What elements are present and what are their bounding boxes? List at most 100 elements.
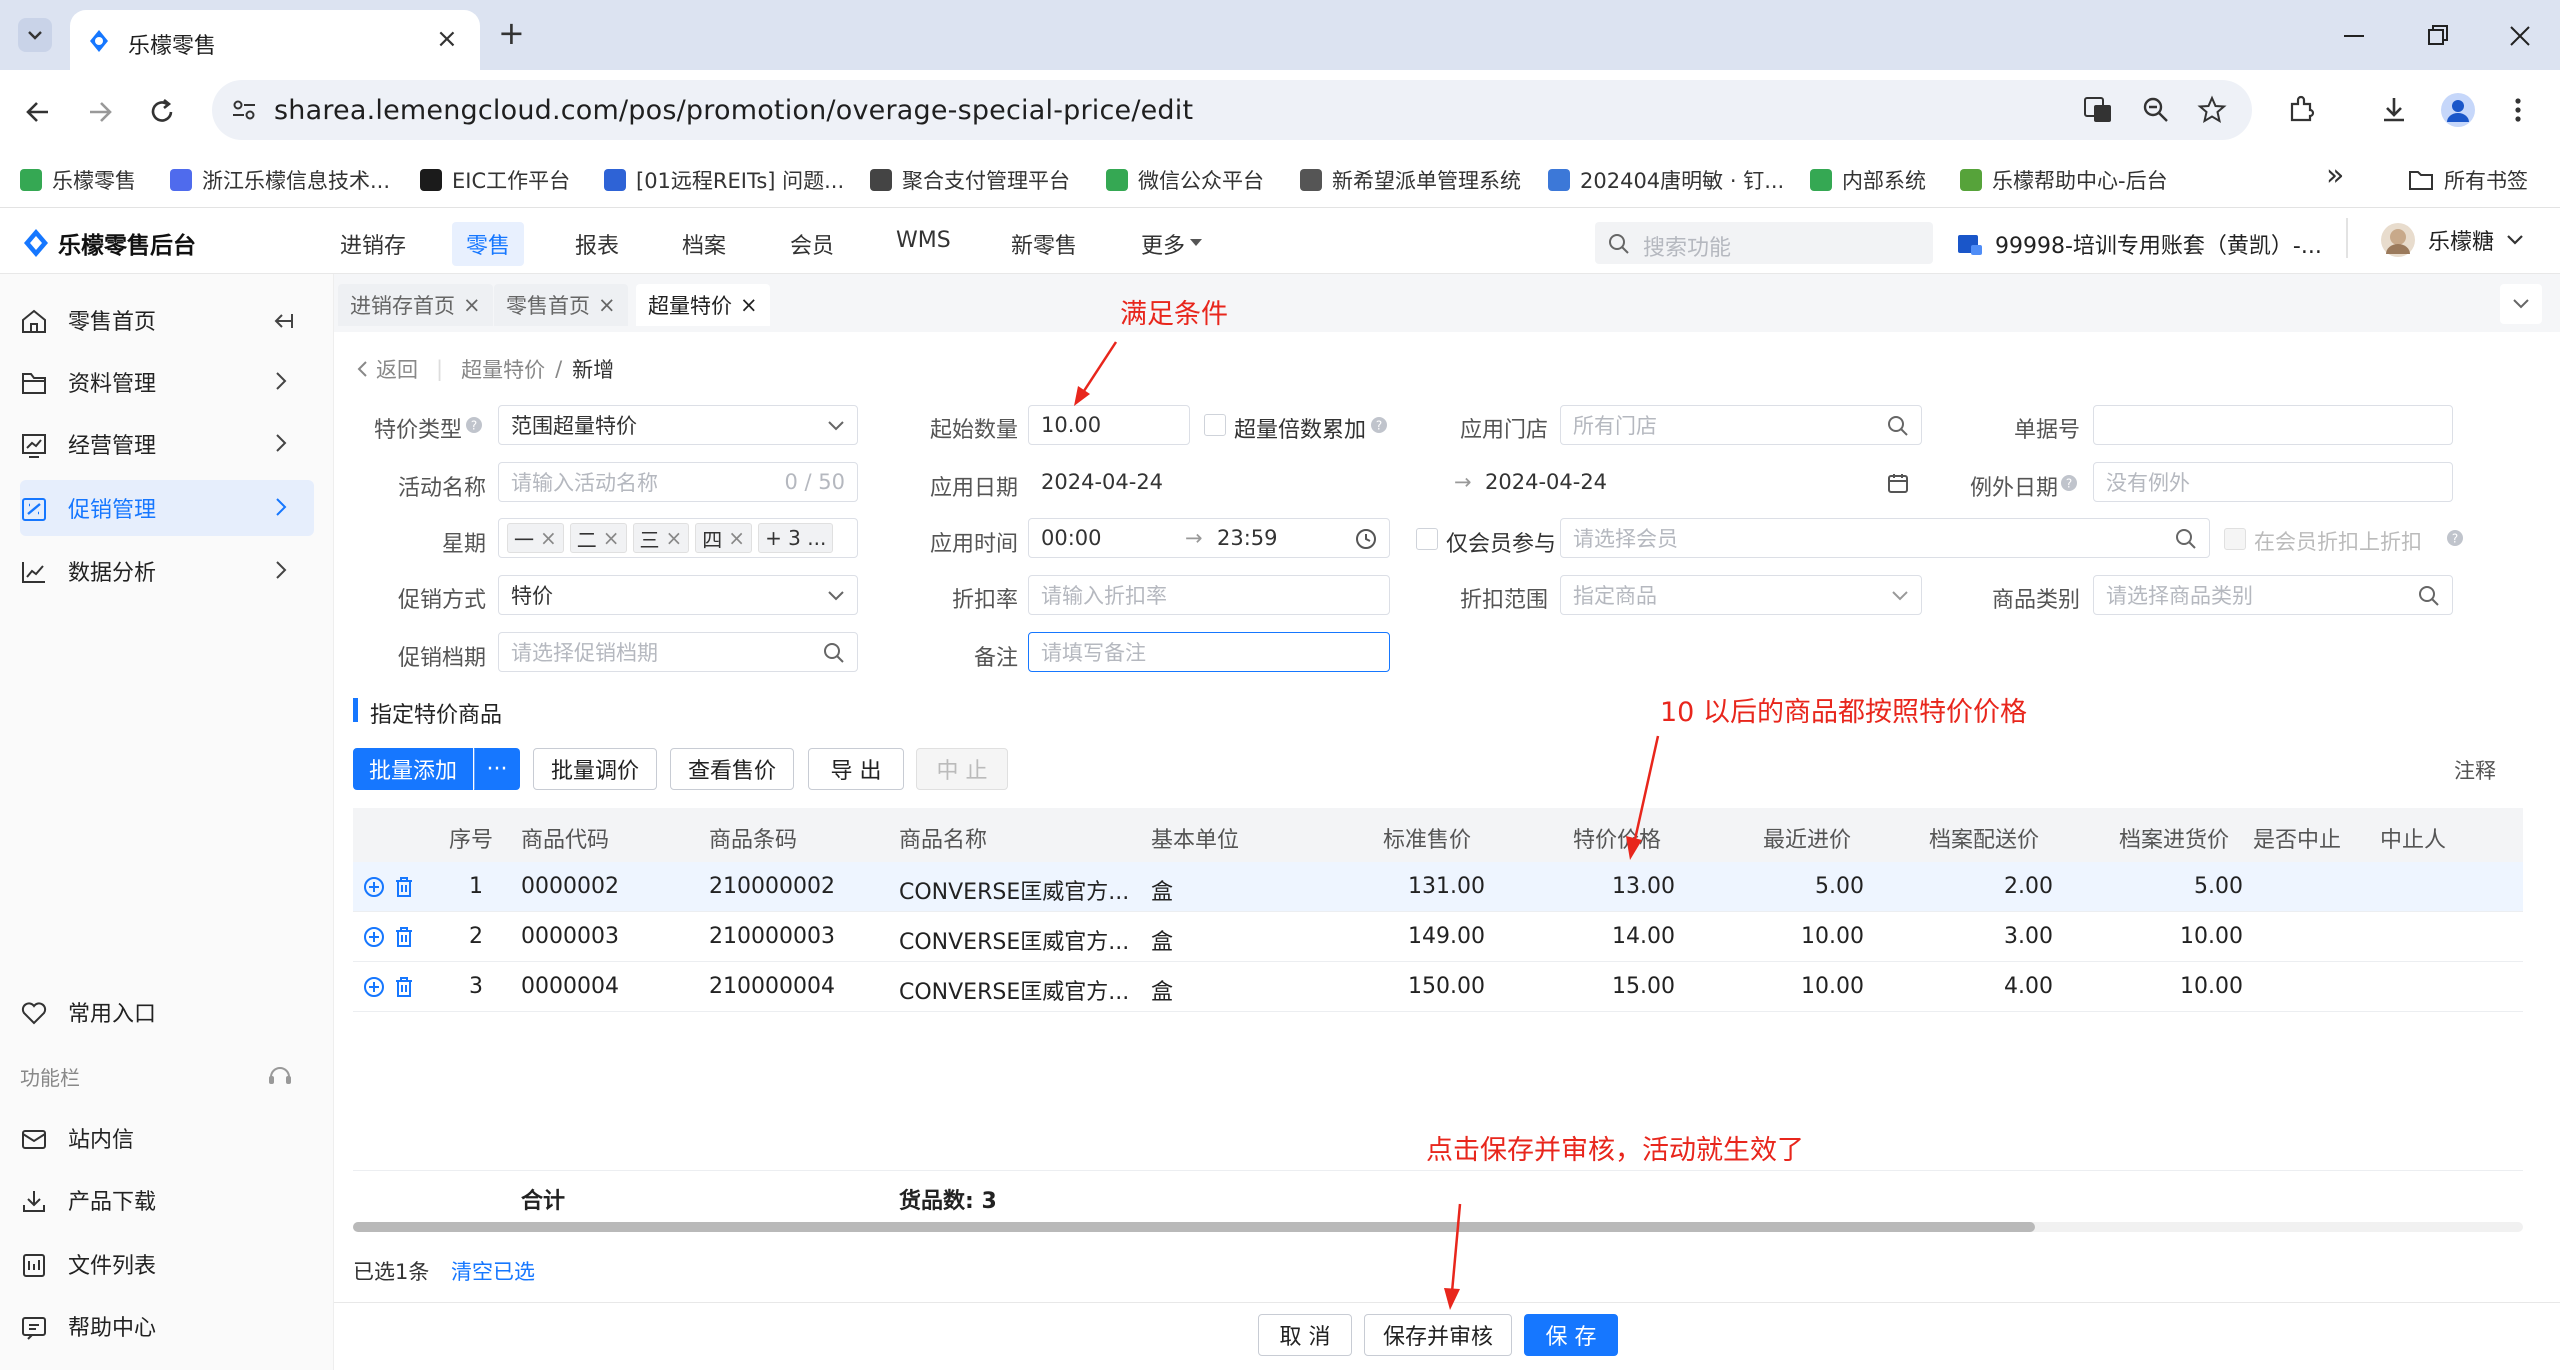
tab-search-button[interactable] — [18, 18, 52, 52]
page-tab-inventory-home[interactable]: 进销存首页 × — [338, 284, 493, 326]
help-circle-icon[interactable]: ? — [2446, 529, 2464, 547]
more-bookmarks-button[interactable]: » — [2326, 158, 2344, 193]
collapse-sidebar-icon[interactable] — [272, 310, 294, 332]
delete-row-icon[interactable] — [393, 926, 415, 948]
extensions-icon[interactable] — [2286, 94, 2318, 126]
restore-icon[interactable] — [2424, 22, 2452, 50]
browser-tab-active[interactable]: 乐檬零售 × — [70, 10, 480, 70]
stop-button[interactable]: 中 止 — [916, 748, 1008, 790]
all-bookmarks-button[interactable]: 所有书签 — [2408, 164, 2528, 196]
close-icon[interactable]: × — [463, 293, 481, 317]
bookmark-item[interactable]: 202404唐明敏 · 钉... — [1548, 164, 1784, 196]
search-icon[interactable] — [2175, 528, 2197, 550]
search-icon[interactable] — [823, 642, 845, 664]
nav-wms[interactable]: WMS — [896, 228, 951, 253]
apply-time-range[interactable]: 00:00 → 23:59 — [1028, 518, 1390, 558]
forward-arrow-icon[interactable] — [84, 96, 116, 128]
tabs-dropdown-button[interactable] — [2500, 284, 2542, 324]
bookmark-item[interactable]: EIC工作平台 — [420, 164, 570, 196]
common-entry[interactable]: 常用入口 — [20, 984, 314, 1040]
weekday-tag[interactable]: 四 × — [695, 523, 753, 553]
sidebar-item-data-management[interactable]: 资料管理 — [20, 354, 314, 410]
horizontal-scrollbar-track[interactable] — [353, 1222, 2523, 1232]
add-row-icon[interactable] — [363, 876, 385, 898]
sidebar-item-data-analysis[interactable]: 数据分析 — [20, 543, 314, 599]
note-link[interactable]: 注释 — [2454, 755, 2496, 785]
sidebar-tool-download[interactable]: 产品下载 — [20, 1172, 314, 1228]
apply-time-from[interactable]: 00:00 — [1041, 526, 1102, 550]
member-discount-checkbox[interactable] — [2224, 528, 2246, 550]
profile-avatar-icon[interactable] — [2440, 92, 2476, 128]
col-is-stopped[interactable]: 是否中止 — [2253, 822, 2341, 854]
back-arrow-icon[interactable] — [22, 96, 54, 128]
exception-date-input[interactable]: 没有例外 — [2093, 462, 2453, 502]
apply-store-input[interactable]: 所有门店 — [1560, 405, 1922, 445]
col-barcode[interactable]: 商品条码 — [709, 822, 797, 854]
tag-close-icon[interactable]: × — [728, 526, 745, 550]
apply-date-to[interactable]: 2024-04-24 — [1485, 470, 1607, 494]
search-icon[interactable] — [1887, 415, 1909, 437]
cell-special-price[interactable]: 13.00 — [1612, 874, 1675, 899]
translate-icon[interactable] — [2082, 94, 2114, 126]
cell-special-price[interactable]: 14.00 — [1612, 924, 1675, 949]
bookmark-star-icon[interactable] — [2196, 94, 2228, 126]
nav-member[interactable]: 会员 — [790, 228, 834, 260]
nav-report[interactable]: 报表 — [575, 228, 619, 260]
cancel-button[interactable]: 取 消 — [1258, 1314, 1352, 1356]
cell-special-price[interactable]: 15.00 — [1612, 974, 1675, 999]
zoom-icon[interactable] — [2140, 94, 2172, 126]
clock-icon[interactable] — [1355, 528, 1377, 550]
col-product-code[interactable]: 商品代码 — [521, 822, 609, 854]
weekday-more-tag[interactable]: + 3 ... — [758, 523, 834, 553]
col-unit[interactable]: 基本单位 — [1151, 822, 1239, 854]
add-row-icon[interactable] — [363, 976, 385, 998]
close-icon[interactable]: × — [598, 293, 616, 317]
weekday-select[interactable]: 一 × 二 × 三 × 四 × + 3 ... — [498, 518, 858, 558]
col-archive-purchase-price[interactable]: 档案进货价 — [2119, 822, 2229, 854]
browser-menu-icon[interactable] — [2510, 94, 2526, 126]
sidebar-item-business-management[interactable]: 经营管理 — [20, 416, 314, 472]
bookmark-item[interactable]: 乐檬零售 — [20, 164, 136, 196]
bookmark-item[interactable]: 浙江乐檬信息技术... — [170, 164, 390, 196]
activity-name-input[interactable]: 请输入活动名称 0 / 50 — [498, 462, 858, 502]
table-row[interactable]: 3 0000004 210000004 CONVERSE匡威官方... 盒 15… — [353, 962, 2523, 1012]
col-product-name[interactable]: 商品名称 — [899, 822, 987, 854]
back-link[interactable]: 返回 — [356, 354, 418, 384]
save-button[interactable]: 保 存 — [1524, 1314, 1618, 1356]
batch-add-more-button[interactable]: ··· — [474, 748, 520, 790]
bookmark-item[interactable]: 乐檬帮助中心-后台 — [1960, 164, 2168, 196]
col-standard-price[interactable]: 标准售价 — [1383, 822, 1471, 854]
doc-no-input[interactable] — [2093, 405, 2453, 445]
app-logo[interactable]: 乐檬零售后台 — [22, 226, 196, 260]
tag-close-icon[interactable]: × — [666, 526, 683, 550]
page-tab-overage-special-price[interactable]: 超量特价 × — [636, 284, 770, 326]
start-qty-input[interactable]: 10.00 — [1028, 405, 1190, 445]
discount-scope-select[interactable]: 指定商品 — [1560, 575, 1922, 615]
batch-adjust-button[interactable]: 批量调价 — [533, 748, 657, 790]
weekday-tag[interactable]: 二 × — [569, 523, 627, 553]
sidebar-item-retail-home[interactable]: 零售首页 — [20, 292, 314, 348]
export-button[interactable]: 导 出 — [808, 748, 904, 790]
minimize-icon[interactable] — [2340, 22, 2368, 50]
apply-date-from[interactable]: 2024-04-24 — [1041, 470, 1163, 494]
bookmark-item[interactable]: 聚合支付管理平台 — [870, 164, 1070, 196]
nav-retail[interactable]: 零售 — [452, 222, 525, 266]
sidebar-tool-help[interactable]: 帮助中心 — [20, 1298, 314, 1354]
product-category-input[interactable]: 请选择商品类别 — [2093, 575, 2453, 615]
close-icon[interactable]: × — [740, 293, 758, 317]
table-row[interactable]: 1 0000002 210000002 CONVERSE匡威官方... 盒 13… — [353, 862, 2523, 912]
col-recent-purchase-price[interactable]: 最近进价 — [1763, 822, 1851, 854]
address-bar[interactable]: sharea.lemengcloud.com/pos/promotion/ove… — [212, 80, 2252, 140]
apply-time-to[interactable]: 23:59 — [1217, 526, 1278, 550]
promo-level-input[interactable]: 请选择促销档期 — [498, 632, 858, 672]
downloads-icon[interactable] — [2378, 94, 2410, 126]
batch-add-button[interactable]: 批量添加 — [353, 748, 473, 790]
member-select-input[interactable]: 请选择会员 — [1560, 518, 2210, 558]
sidebar-item-promotion-management[interactable]: 促销管理 — [20, 480, 314, 536]
window-close-icon[interactable] — [2506, 22, 2534, 50]
help-circle-icon[interactable]: ? — [1370, 416, 1388, 434]
bookmark-item[interactable]: 内部系统 — [1810, 164, 1926, 196]
breadcrumb-parent[interactable]: 超量特价 — [461, 354, 545, 384]
search-icon[interactable] — [2418, 585, 2440, 607]
bookmark-item[interactable]: 微信公众平台 — [1106, 164, 1264, 196]
